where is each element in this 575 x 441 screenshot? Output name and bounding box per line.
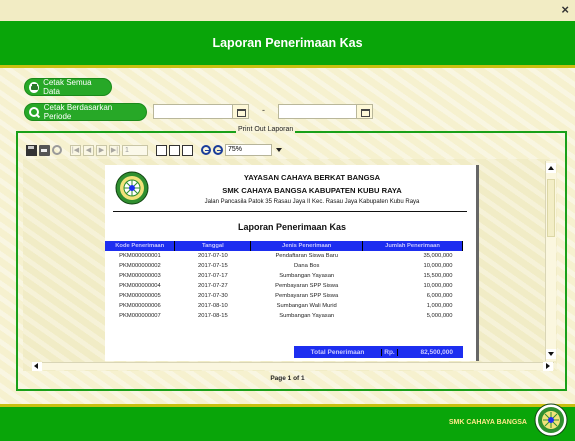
report-window: × Laporan Penerimaan Kas Cetak Semua Dat… (0, 0, 575, 441)
table-row: PKM000000007 2017-08-15 Sumbangan Yayasa… (105, 311, 463, 321)
school-address: Jalan Pancasila Patok 35 Rasau Jaya II K… (204, 199, 420, 205)
cell: 1,000,000 (426, 303, 453, 309)
page-title: Laporan Penerimaan Kas (212, 36, 363, 50)
cell: 5,000,000 (426, 313, 453, 319)
cell: PKM000000007 (119, 313, 161, 319)
total-row: Total Penerimaan Rp. 82,500,000 (294, 346, 463, 358)
cell: 2017-08-15 (198, 313, 228, 319)
end-date-picker-button[interactable] (356, 104, 373, 119)
page-footer: SMK CAHAYA BANGSA (0, 403, 575, 441)
cell: Pembayaran SPP Siswa (275, 283, 339, 289)
letterhead-rule (113, 211, 467, 212)
scroll-right-icon[interactable] (543, 362, 553, 371)
scroll-left-icon[interactable] (32, 362, 42, 371)
cell: 10,000,000 (423, 283, 453, 289)
page-number-input[interactable]: 1 (122, 144, 148, 156)
cell: PKM000000005 (119, 293, 161, 299)
first-page-button[interactable]: |◀ (70, 144, 81, 156)
vertical-scroll-thumb[interactable] (547, 179, 555, 237)
cell: 2017-07-27 (198, 283, 228, 289)
page-indicator: Page 1 of 1 (270, 375, 305, 382)
table-row: PKM000000006 2017-08-10 Sumbangan Wali M… (105, 301, 463, 311)
table-row: PKM000000005 2017-07-30 Pembayaran SPP S… (105, 291, 463, 301)
school-name: SMK CAHAYA BANGSA KABUPATEN KUBU RAYA (222, 186, 402, 195)
close-icon[interactable]: × (561, 2, 569, 17)
table-header-row: Kode Penerimaan Tanggal Jenis Penerimaan… (105, 241, 463, 251)
refresh-icon[interactable] (52, 145, 62, 155)
start-date-picker-button[interactable] (232, 104, 249, 119)
zoom-in-icon[interactable] (201, 145, 211, 155)
cell: 6,000,000 (426, 293, 453, 299)
col-header: Jumlah Penerimaan (362, 241, 463, 251)
fit-width-icon[interactable] (182, 144, 193, 156)
cell: Dana Bos (293, 263, 320, 269)
cell: PKM000000002 (119, 263, 161, 269)
cell: Sumbangan Yayasan (279, 313, 335, 319)
chevron-down-icon[interactable] (275, 144, 283, 156)
receipts-table: Kode Penerimaan Tanggal Jenis Penerimaan… (105, 241, 463, 321)
cell: 2017-07-30 (198, 293, 228, 299)
page-header: Laporan Penerimaan Kas (0, 21, 575, 65)
col-header: Kode Penerimaan (105, 241, 176, 251)
cell: Sumbangan Yayasan (279, 273, 335, 279)
report-title: Laporan Penerimaan Kas (237, 222, 347, 232)
table-row: PKM000000002 2017-07-15 Dana Bos 10,000,… (105, 261, 463, 271)
zoom-select[interactable]: 75% (225, 144, 272, 156)
next-page-button[interactable]: ▶ (96, 144, 107, 156)
total-value: 82,500,000 (420, 348, 453, 356)
print-icon[interactable] (39, 144, 50, 156)
cell: PKM000000006 (119, 303, 161, 309)
cell: Pembayaran SPP Siswa (275, 293, 339, 299)
table-row: PKM000000003 2017-07-17 Sumbangan Yayasa… (105, 271, 463, 281)
cell: Pendaftaran Siswa Baru (275, 253, 338, 259)
title-bar: × (0, 0, 575, 21)
org-name: YAYASAN CAHAYA BERKAT BANGSA (243, 173, 381, 182)
report-page: YAYASAN CAHAYA BERKAT BANGSA SMK CAHAYA … (105, 165, 479, 361)
save-icon[interactable] (26, 144, 37, 156)
cell: 10,000,000 (423, 263, 453, 269)
print-all-label: Cetak Semua Data (43, 78, 92, 96)
total-currency: Rp. (382, 348, 398, 356)
period-separator: - (262, 105, 265, 115)
zoom-out-icon[interactable] (213, 145, 223, 155)
total-label: Total Penerimaan (294, 348, 382, 356)
table-row: PKM000000001 2017-07-10 Pendaftaran Sisw… (105, 251, 463, 261)
search-icon (29, 106, 40, 118)
cell: 2017-07-10 (198, 253, 228, 259)
header-divider (0, 65, 575, 68)
cell: 2017-07-15 (198, 263, 228, 269)
last-page-button[interactable]: ▶| (109, 144, 120, 156)
previous-page-button[interactable]: ◀ (83, 144, 94, 156)
cell: PKM000000001 (119, 253, 161, 259)
scroll-down-icon[interactable] (546, 349, 556, 359)
cell: 15,500,000 (423, 273, 453, 279)
fit-page-icon[interactable] (169, 144, 180, 156)
cell: PKM000000003 (119, 273, 161, 279)
cell: Sumbangan Wali Murid (276, 303, 337, 309)
print-period-label: Cetak Berdasarkan Periode (43, 103, 113, 121)
print-out-group-title: Print Out Laporan (236, 126, 296, 133)
scroll-up-icon[interactable] (546, 163, 556, 173)
viewer-toolbar: |◀ ◀ ▶ ▶| 1 75% (26, 143, 283, 157)
print-period-button[interactable]: Cetak Berdasarkan Periode (24, 103, 147, 121)
actual-size-icon[interactable] (156, 144, 167, 156)
cell: 2017-08-10 (198, 303, 228, 309)
printer-icon (29, 81, 40, 93)
footer-logo (534, 403, 568, 437)
print-all-button[interactable]: Cetak Semua Data (24, 78, 112, 96)
cell: 2017-07-17 (198, 273, 228, 279)
col-header: Tanggal (174, 241, 252, 251)
vertical-scrollbar[interactable] (545, 161, 556, 361)
footer-brand: SMK CAHAYA BANGSA (448, 419, 527, 426)
col-header: Jenis Penerimaan (250, 241, 364, 251)
table-row: PKM000000004 2017-07-27 Pembayaran SPP S… (105, 281, 463, 291)
cell: PKM000000004 (119, 283, 161, 289)
cell: 35,000,000 (423, 253, 453, 259)
horizontal-scrollbar[interactable] (32, 362, 554, 371)
